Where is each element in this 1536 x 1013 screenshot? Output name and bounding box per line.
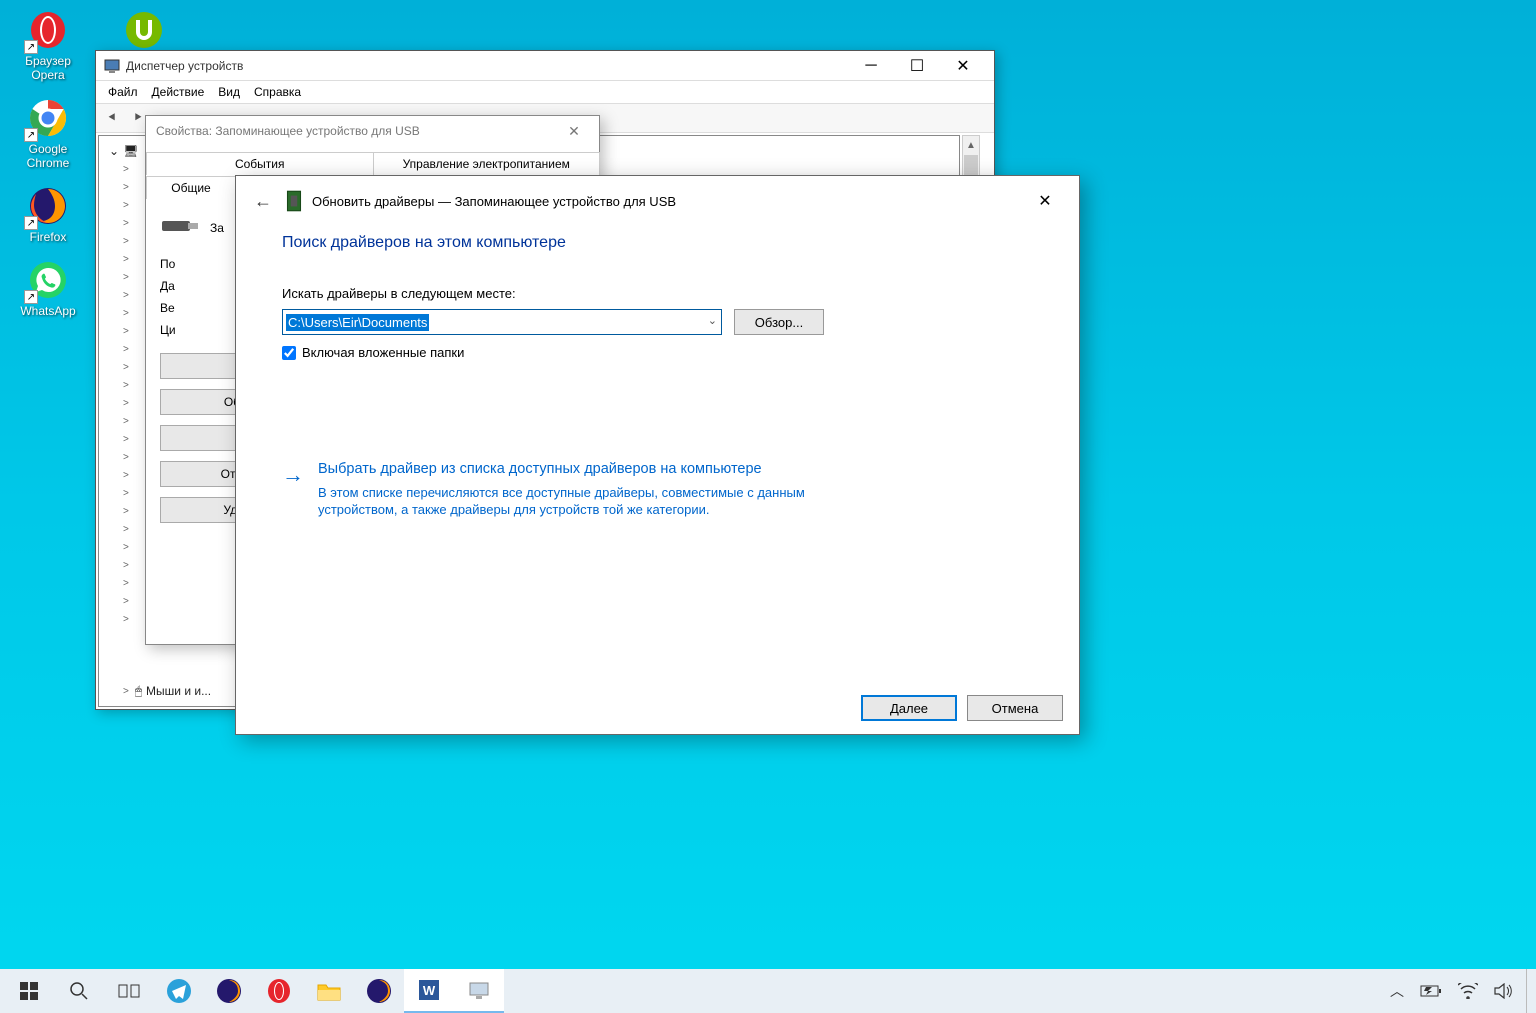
task-view-icon bbox=[118, 982, 140, 1000]
menu-action[interactable]: Действие bbox=[152, 85, 205, 99]
wizard-close-button[interactable]: ✕ bbox=[1025, 186, 1065, 216]
tab-events[interactable]: События bbox=[146, 152, 374, 175]
scroll-up-icon[interactable]: ▲ bbox=[963, 136, 979, 154]
chevron-down-icon[interactable]: ⌄ bbox=[708, 314, 717, 327]
menu-file[interactable]: Файл bbox=[108, 85, 138, 99]
wizard-back-button[interactable]: ← bbox=[250, 188, 276, 214]
desktop-icon-whatsapp[interactable]: ↗ WhatsApp bbox=[8, 258, 88, 318]
taskbar-app-firefox-2[interactable] bbox=[354, 969, 404, 1013]
whatsapp-icon: ↗ bbox=[26, 258, 70, 302]
search-button[interactable] bbox=[54, 969, 104, 1013]
devmgr-titlebar[interactable]: Диспетчер устройств ─ ☐ ✕ bbox=[96, 51, 994, 81]
menu-view[interactable]: Вид bbox=[218, 85, 240, 99]
desktop-icon-firefox[interactable]: ↗ Firefox bbox=[8, 184, 88, 244]
search-location-label: Искать драйверы в следующем месте: bbox=[282, 286, 1033, 301]
shortcut-arrow-icon: ↗ bbox=[24, 40, 38, 54]
desktop-icon-chrome[interactable]: ↗ Google Chrome bbox=[8, 96, 88, 170]
option-title: Выбрать драйвер из списка доступных драй… bbox=[318, 460, 842, 480]
tab-power[interactable]: Управление электропитанием bbox=[373, 152, 601, 175]
devmgmt-icon bbox=[467, 978, 491, 1002]
tray-overflow-button[interactable]: ︿ bbox=[1390, 981, 1404, 1001]
devmgr-title: Диспетчер устройств bbox=[126, 59, 848, 73]
driver-path-combobox[interactable]: C:\Users\Eir\Documents ⌄ bbox=[282, 309, 722, 335]
task-view-button[interactable] bbox=[104, 969, 154, 1013]
desktop-icon-utorrent[interactable] bbox=[104, 8, 184, 52]
tree-node-mouse[interactable]: 🖱 Мыши и и... bbox=[109, 682, 211, 700]
arrow-right-icon: → bbox=[282, 462, 304, 519]
wizard-body: Поиск драйверов на этом компьютере Искат… bbox=[236, 226, 1079, 682]
shortcut-arrow-icon: ↗ bbox=[24, 290, 38, 304]
minimize-button[interactable]: ─ bbox=[848, 51, 894, 81]
next-button[interactable]: Далее bbox=[861, 695, 957, 721]
utorrent-icon bbox=[122, 8, 166, 52]
chip-icon bbox=[284, 188, 304, 214]
folder-icon bbox=[316, 979, 342, 1003]
wizard-header: ← Обновить драйверы — Запоминающее устро… bbox=[236, 176, 1079, 226]
firefox-icon: ↗ bbox=[26, 184, 70, 228]
search-icon bbox=[69, 981, 89, 1001]
telegram-icon bbox=[166, 978, 192, 1004]
taskbar-app-word[interactable]: W bbox=[404, 969, 454, 1013]
volume-icon[interactable] bbox=[1494, 983, 1512, 999]
desktop-icon-label: Браузер Opera bbox=[8, 54, 88, 82]
props-close-button[interactable]: ✕ bbox=[559, 123, 589, 140]
devmgr-menubar: Файл Действие Вид Справка bbox=[96, 81, 994, 103]
wizard-footer: Далее Отмена bbox=[236, 682, 1079, 734]
shortcut-arrow-icon: ↗ bbox=[24, 216, 38, 230]
device-name-label: За bbox=[210, 221, 224, 235]
opera-icon bbox=[266, 978, 292, 1004]
taskbar-app-firefox[interactable] bbox=[204, 969, 254, 1013]
menu-help[interactable]: Справка bbox=[254, 85, 301, 99]
start-button[interactable] bbox=[4, 969, 54, 1013]
wizard-heading: Поиск драйверов на этом компьютере bbox=[282, 234, 1033, 252]
pick-from-list-option[interactable]: → Выбрать драйвер из списка доступных др… bbox=[282, 460, 842, 519]
driver-path-value: C:\Users\Eir\Documents bbox=[286, 314, 429, 331]
taskbar-app-devmgmt[interactable] bbox=[454, 969, 504, 1013]
tab-general[interactable]: Общие bbox=[146, 176, 236, 199]
taskbar-app-explorer[interactable] bbox=[304, 969, 354, 1013]
props-title: Свойства: Запоминающее устройство для US… bbox=[156, 124, 559, 138]
include-subfolders-input[interactable] bbox=[282, 346, 296, 360]
svg-text:W: W bbox=[423, 983, 436, 998]
desktop-icon-opera[interactable]: ↗ Браузер Opera bbox=[8, 8, 88, 82]
close-button[interactable]: ✕ bbox=[940, 51, 986, 81]
browse-button[interactable]: Обзор... bbox=[734, 309, 824, 335]
desktop-icons: ↗ Браузер Opera ↗ Google Chrome ↗ Firefo… bbox=[8, 8, 88, 318]
desktop-icon-label: Google Chrome bbox=[8, 142, 88, 170]
shortcut-arrow-icon: ↗ bbox=[24, 128, 38, 142]
include-subfolders-checkbox[interactable]: Включая вложенные папки bbox=[282, 345, 1033, 360]
desktop-icon-label: WhatsApp bbox=[20, 304, 75, 318]
cancel-button[interactable]: Отмена bbox=[967, 695, 1063, 721]
taskbar-app-telegram[interactable] bbox=[154, 969, 204, 1013]
wizard-title: Обновить драйверы — Запоминающее устройс… bbox=[312, 194, 1025, 209]
windows-icon bbox=[20, 982, 38, 1000]
chrome-icon: ↗ bbox=[26, 96, 70, 140]
devmgr-icon bbox=[104, 58, 120, 74]
battery-icon[interactable] bbox=[1420, 984, 1442, 998]
toolbar-back-button[interactable]: ⯇ bbox=[100, 106, 124, 130]
word-icon: W bbox=[416, 977, 442, 1003]
firefox-icon bbox=[366, 978, 392, 1004]
show-desktop-button[interactable] bbox=[1526, 969, 1532, 1013]
opera-icon: ↗ bbox=[26, 8, 70, 52]
option-description: В этом списке перечисляются все доступны… bbox=[318, 484, 842, 519]
props-titlebar[interactable]: Свойства: Запоминающее устройство для US… bbox=[146, 116, 599, 146]
update-driver-wizard: ← Обновить драйверы — Запоминающее устро… bbox=[235, 175, 1080, 735]
usb-device-icon bbox=[160, 213, 200, 243]
desktop-icon-label: Firefox bbox=[30, 230, 67, 244]
wifi-icon[interactable] bbox=[1458, 983, 1478, 999]
maximize-button[interactable]: ☐ bbox=[894, 51, 940, 81]
system-tray: ︿ bbox=[1376, 981, 1526, 1001]
taskbar-app-opera[interactable] bbox=[254, 969, 304, 1013]
firefox-icon bbox=[216, 978, 242, 1004]
include-subfolders-label: Включая вложенные папки bbox=[302, 345, 464, 360]
taskbar: W ︿ bbox=[0, 969, 1536, 1013]
